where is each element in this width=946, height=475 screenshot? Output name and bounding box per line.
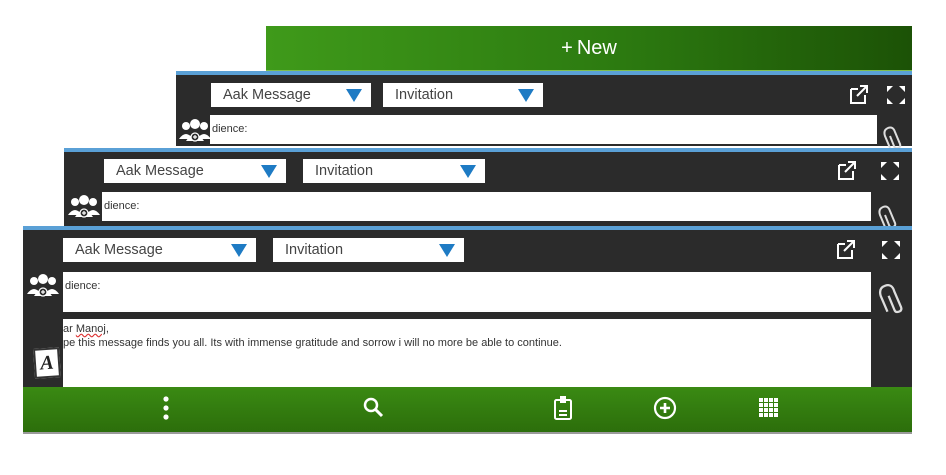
message-type-value: Aak Message	[116, 163, 204, 179]
external-link-icon[interactable]	[848, 83, 870, 105]
category-select[interactable]: Invitation	[273, 238, 464, 262]
chevron-down-icon	[460, 165, 476, 178]
external-link-icon[interactable]	[835, 238, 857, 260]
expand-icon[interactable]	[880, 239, 902, 261]
message-text: pe this message finds you all. Its with …	[63, 337, 562, 349]
paperclip-icon[interactable]	[882, 124, 908, 150]
message-type-select[interactable]: Aak Message	[211, 83, 371, 107]
audience-field[interactable]: dience:	[210, 115, 877, 144]
bottom-toolbar	[23, 387, 912, 434]
message-type-value: Aak Message	[75, 242, 163, 258]
message-panel-1: Aak Message Invitation dience:	[176, 71, 912, 150]
category-value: Invitation	[315, 163, 374, 179]
recipient-name: Manoj	[75, 323, 106, 335]
clipboard-icon[interactable]	[550, 395, 576, 421]
audience-field[interactable]: dience:	[102, 192, 871, 221]
new-button[interactable]: + New	[266, 26, 912, 72]
audience-field[interactable]: dience:	[63, 272, 871, 312]
new-button-label: New	[576, 36, 617, 59]
chevron-down-icon	[439, 244, 455, 257]
format-text-button[interactable]: A	[32, 347, 62, 379]
expand-icon[interactable]	[879, 160, 901, 182]
message-greeting: ar Manoj,	[63, 323, 109, 335]
message-type-select[interactable]: Aak Message	[104, 159, 286, 183]
format-text-icon: A	[39, 351, 55, 375]
vertical-dots-icon[interactable]	[153, 395, 179, 421]
people-group-icon[interactable]	[26, 272, 60, 298]
plus-circle-icon[interactable]	[652, 395, 678, 421]
category-select[interactable]: Invitation	[303, 159, 485, 183]
category-value: Invitation	[395, 87, 454, 103]
people-group-icon[interactable]	[67, 193, 101, 219]
message-type-value: Aak Message	[223, 87, 311, 103]
paperclip-icon[interactable]	[877, 280, 907, 314]
audience-label: dience:	[65, 280, 101, 292]
expand-icon[interactable]	[885, 84, 907, 106]
chevron-down-icon	[346, 89, 362, 102]
chevron-down-icon	[261, 165, 277, 178]
message-body[interactable]: ar Manoj, pe this message finds you all.…	[63, 319, 871, 387]
category-select[interactable]: Invitation	[383, 83, 543, 107]
search-icon[interactable]	[361, 395, 387, 421]
audience-label: dience:	[212, 123, 248, 135]
chevron-down-icon	[231, 244, 247, 257]
message-type-select[interactable]: Aak Message	[63, 238, 256, 262]
people-group-icon[interactable]	[178, 117, 212, 143]
chevron-down-icon	[518, 89, 534, 102]
plus-sign: +	[561, 36, 573, 59]
message-panel-2: Aak Message Invitation dience:	[64, 148, 912, 226]
external-link-icon[interactable]	[836, 159, 858, 181]
grid-icon[interactable]	[756, 395, 782, 421]
category-value: Invitation	[285, 242, 344, 258]
audience-label: dience:	[104, 200, 140, 212]
paperclip-icon[interactable]	[877, 203, 903, 226]
